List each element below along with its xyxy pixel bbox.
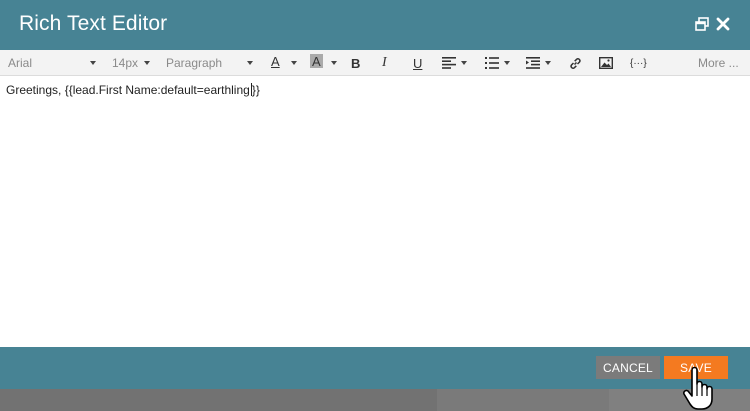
- font-color-button[interactable]: A: [270, 50, 300, 76]
- chevron-down-icon: [545, 61, 551, 65]
- block-format-value: Paragraph: [166, 56, 223, 70]
- chevron-down-icon: [504, 61, 510, 65]
- chevron-down-icon: [291, 61, 297, 65]
- align-button[interactable]: [442, 50, 470, 76]
- dialog-title: Rich Text Editor: [19, 12, 168, 35]
- chevron-down-icon: [144, 61, 150, 65]
- block-format-select[interactable]: Paragraph: [166, 50, 256, 76]
- token-braces-icon: {···}: [630, 57, 647, 69]
- italic-icon: I: [382, 55, 387, 70]
- chevron-down-icon: [461, 61, 467, 65]
- underline-button[interactable]: U: [413, 50, 427, 76]
- background-color-icon: A: [312, 54, 321, 69]
- insert-token-button[interactable]: {···}: [630, 50, 647, 76]
- background-page-strip: [0, 389, 750, 411]
- indent-icon: [526, 57, 540, 69]
- italic-button[interactable]: I: [382, 50, 396, 76]
- list-button[interactable]: [485, 50, 513, 76]
- insert-image-button[interactable]: [599, 50, 614, 76]
- indent-button[interactable]: [526, 50, 554, 76]
- chevron-down-icon: [331, 61, 337, 65]
- chevron-down-icon: [90, 61, 96, 65]
- hand-pointer-icon: [683, 366, 713, 410]
- more-menu-label: More ...: [698, 56, 739, 70]
- font-size-value: 14px: [112, 56, 139, 70]
- bold-button[interactable]: B: [351, 50, 365, 76]
- font-size-select[interactable]: 14px: [112, 50, 152, 76]
- editor-text[interactable]: Greetings, {{lead.First Name:default=ear…: [6, 83, 260, 97]
- more-menu-button[interactable]: More ...: [698, 50, 742, 76]
- link-icon: [570, 57, 581, 69]
- background-color-button[interactable]: A: [310, 50, 340, 76]
- dialog-footer: CANCEL SAVE: [0, 347, 750, 389]
- chevron-down-icon: [247, 61, 253, 65]
- image-icon: [599, 57, 613, 69]
- editor-content-area[interactable]: Greetings, {{lead.First Name:default=ear…: [0, 77, 750, 347]
- insert-link-button[interactable]: [569, 50, 583, 76]
- editor-text-after-cursor: }}: [251, 83, 260, 97]
- font-color-icon: A: [271, 54, 280, 69]
- bold-icon: B: [351, 55, 361, 71]
- editor-text-before-cursor: Greetings, {{lead.First Name:default=ear…: [6, 83, 250, 97]
- cancel-button[interactable]: CANCEL: [596, 356, 660, 379]
- dialog-titlebar: Rich Text Editor: [0, 0, 750, 50]
- align-left-icon: [442, 57, 456, 69]
- close-icon[interactable]: [716, 17, 732, 33]
- editor-toolbar: Arial 14px Paragraph A A B I U {···} Mor…: [0, 50, 750, 76]
- font-family-value: Arial: [8, 56, 33, 70]
- bullet-list-icon: [485, 57, 499, 69]
- font-family-select[interactable]: Arial: [8, 50, 100, 76]
- underline-icon: U: [413, 55, 423, 71]
- restore-window-icon[interactable]: [695, 17, 711, 33]
